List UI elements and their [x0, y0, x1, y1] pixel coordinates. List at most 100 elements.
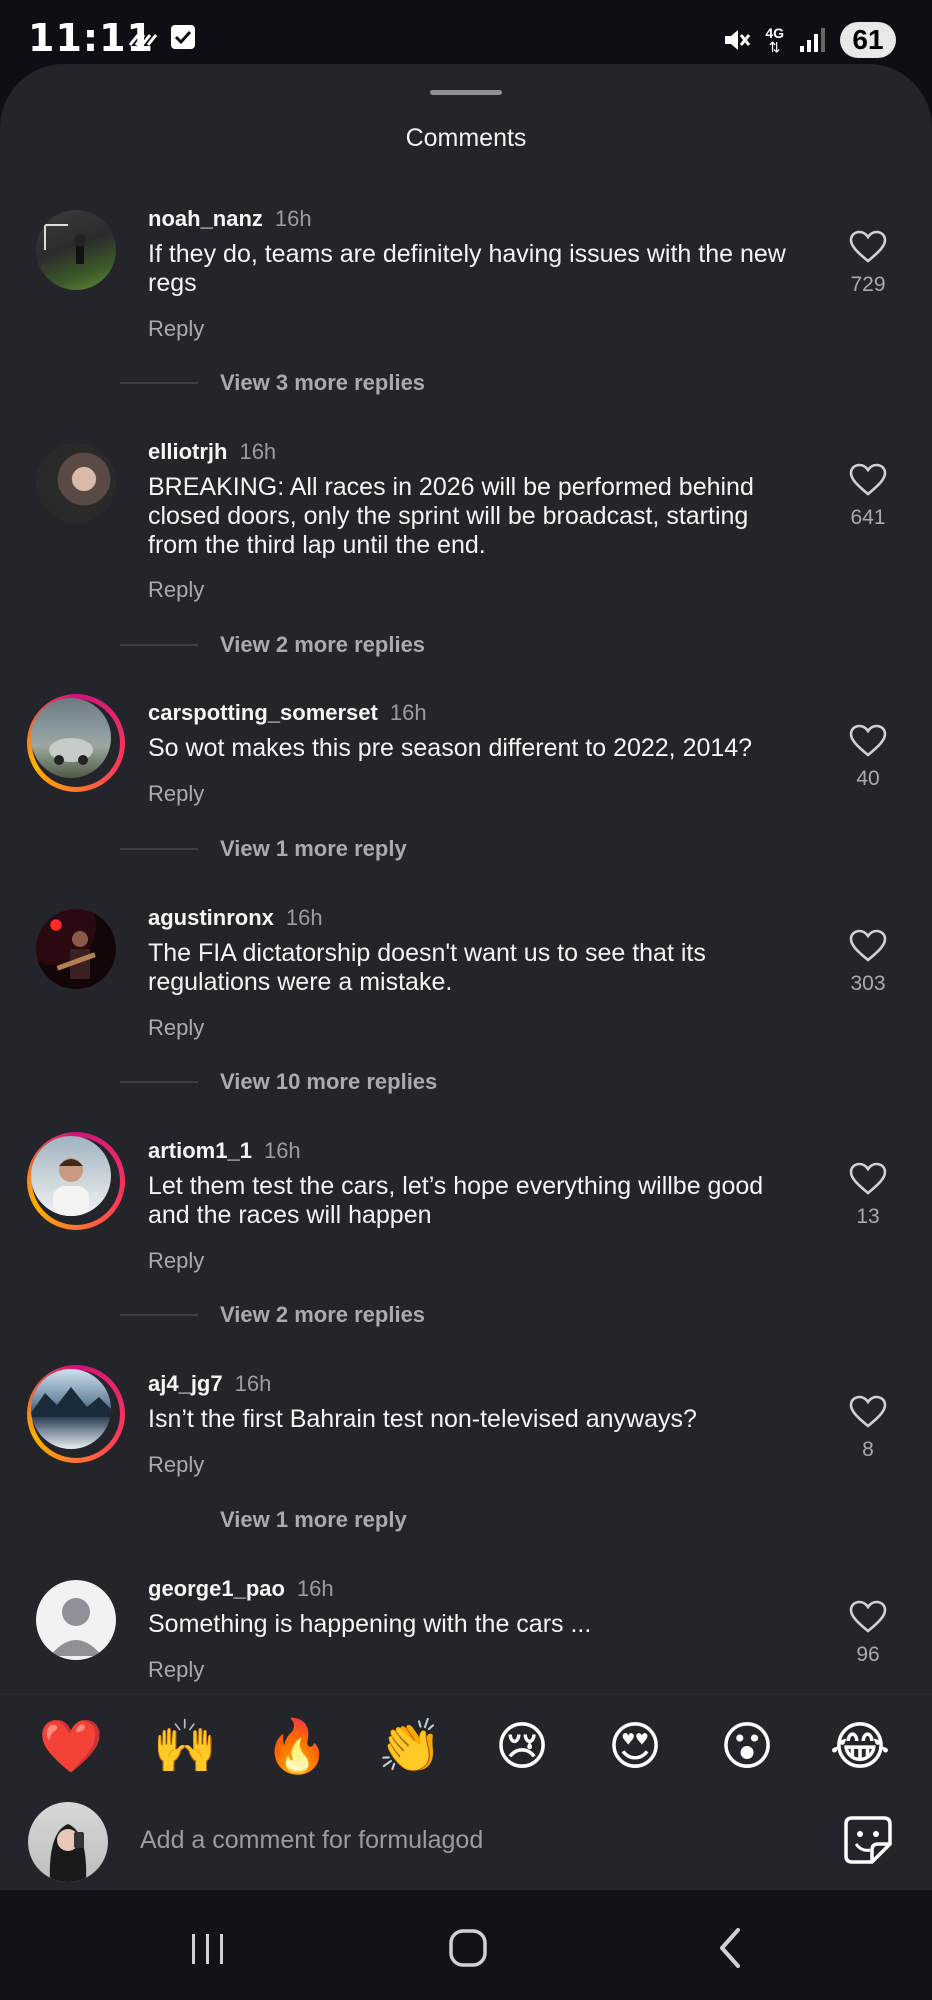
like-count: 303 — [850, 972, 886, 995]
view-more-replies[interactable]: View 1 more reply — [120, 836, 407, 862]
view-more-replies[interactable]: View 1 more reply — [120, 1507, 407, 1533]
comment-input[interactable]: Add a comment for formulagod — [140, 1826, 483, 1855]
recents-icon — [192, 1934, 223, 1964]
avatar[interactable] — [36, 210, 116, 290]
reply-button[interactable]: Reply — [148, 1657, 204, 1683]
sticker-icon — [844, 1816, 892, 1864]
like-count: 40 — [856, 767, 880, 790]
heart-icon — [849, 230, 887, 263]
sheet-title: Comments — [405, 124, 527, 152]
view-more-label: View 3 more replies — [220, 370, 426, 395]
comment-text: If they do, teams are definitely having … — [148, 240, 786, 297]
like-button[interactable]: 729 — [842, 230, 894, 297]
comment-composer: Add a comment for formulagod — [0, 1798, 932, 1890]
like-button[interactable]: 641 — [842, 463, 894, 530]
like-count: 13 — [856, 1205, 880, 1228]
comment-username[interactable]: george1_pao — [148, 1576, 285, 1601]
comment-time: 16h — [263, 1138, 301, 1163]
comment-username[interactable]: aj4_jg7 — [148, 1371, 223, 1396]
signal-icon — [800, 28, 825, 52]
view-more-label: View 2 more replies — [220, 1302, 426, 1327]
sticker-button[interactable] — [842, 1814, 894, 1866]
emoji-clap-button[interactable]: 👏 — [375, 1717, 445, 1777]
comment-time: 16h — [296, 1576, 334, 1601]
avatar[interactable] — [36, 1580, 116, 1660]
story-ring[interactable] — [27, 1132, 125, 1230]
like-count: 8 — [862, 1438, 874, 1461]
heart-icon — [849, 463, 887, 496]
mute-icon — [725, 30, 751, 50]
view-more-replies[interactable]: View 10 more replies — [120, 1069, 437, 1095]
avatar[interactable] — [36, 909, 116, 989]
comment-time: 16h — [234, 1371, 272, 1396]
like-button[interactable]: 13 — [842, 1162, 894, 1229]
comment-time: 16h — [389, 700, 427, 725]
avatar — [31, 1136, 111, 1216]
emoji-heart-button[interactable]: ❤️ — [36, 1717, 106, 1777]
comment-username[interactable]: carspotting_somerset — [148, 700, 378, 725]
story-ring[interactable] — [27, 1365, 125, 1463]
like-count: 729 — [850, 273, 886, 296]
heart-icon — [849, 1395, 887, 1428]
comment-text: So wot makes this pre season different t… — [148, 734, 753, 762]
heart-icon — [849, 929, 887, 962]
current-user-avatar — [28, 1802, 108, 1882]
heart-icon — [849, 724, 887, 757]
avatar — [31, 1369, 111, 1449]
comment-time: 16h — [274, 206, 312, 231]
system-nav-bar — [0, 1890, 932, 2000]
emoji-heart-eyes-button[interactable]: 😍 — [600, 1717, 670, 1777]
view-more-replies[interactable]: View 2 more replies — [120, 632, 425, 658]
comment-time: 16h — [239, 439, 277, 464]
comment-time: 16h — [285, 905, 323, 930]
view-more-label: View 2 more replies — [220, 632, 426, 657]
emoji-surprised-button[interactable]: 😮 — [712, 1717, 782, 1777]
reply-button[interactable]: Reply — [148, 1015, 204, 1041]
avatar[interactable] — [36, 443, 116, 523]
story-ring[interactable] — [27, 694, 125, 792]
default-avatar-icon — [50, 1598, 102, 1656]
reply-button[interactable]: Reply — [148, 1248, 204, 1274]
battery-indicator: 61 — [840, 22, 896, 58]
comment-text: Let them test the cars, let’s hope every… — [148, 1172, 764, 1229]
checkbox-notification-icon — [171, 25, 195, 49]
comment-text: Isn’t the first Bahrain test non-televis… — [148, 1405, 697, 1433]
emoji-raised-hands-button[interactable]: 🙌 — [150, 1717, 220, 1777]
comment-username[interactable]: elliotrjh — [148, 439, 227, 464]
reply-button[interactable]: Reply — [148, 577, 204, 603]
recents-button[interactable] — [178, 1920, 238, 1976]
avatar — [31, 698, 111, 778]
view-more-label: View 10 more replies — [220, 1069, 438, 1094]
network-type-icon: 4G ⇅ — [765, 25, 784, 55]
sheet-grabber[interactable] — [430, 90, 502, 95]
home-icon — [449, 1929, 487, 1967]
like-button[interactable]: 8 — [842, 1395, 894, 1462]
emoji-crying-button[interactable]: 😢 — [487, 1717, 557, 1777]
reply-button[interactable]: Reply — [148, 781, 204, 807]
emoji-reaction-bar: ❤️ 🙌 🔥 👏 😢 😍 😮 😂 — [0, 1694, 932, 1799]
view-more-label: View 1 more reply — [220, 1507, 407, 1532]
comment-username[interactable]: noah_nanz — [148, 206, 263, 231]
heart-icon — [849, 1162, 887, 1195]
comment-text: Something is happening with the cars ... — [148, 1610, 592, 1638]
like-button[interactable]: 96 — [842, 1600, 894, 1667]
reply-button[interactable]: Reply — [148, 1452, 204, 1478]
comment-username[interactable]: artiom1_1 — [148, 1138, 252, 1163]
view-more-replies[interactable]: View 3 more replies — [120, 370, 425, 396]
comment-text: The FIA dictatorship doesn't want us to … — [148, 939, 706, 996]
reply-button[interactable]: Reply — [148, 316, 204, 342]
back-button[interactable] — [700, 1920, 760, 1976]
like-button[interactable]: 303 — [842, 929, 894, 996]
view-more-label: View 1 more reply — [220, 836, 407, 861]
view-more-replies[interactable]: View 2 more replies — [120, 1302, 425, 1328]
like-count: 641 — [850, 506, 886, 529]
heart-icon — [849, 1600, 887, 1633]
emoji-laughing-button[interactable]: 😂 — [825, 1717, 895, 1777]
home-button[interactable] — [438, 1920, 498, 1976]
back-icon — [720, 1928, 740, 1968]
like-count: 96 — [856, 1643, 880, 1666]
emoji-fire-button[interactable]: 🔥 — [262, 1717, 332, 1777]
like-button[interactable]: 40 — [842, 724, 894, 791]
comment-username[interactable]: agustinronx — [148, 905, 274, 930]
wifi-calling-icon — [128, 34, 158, 46]
